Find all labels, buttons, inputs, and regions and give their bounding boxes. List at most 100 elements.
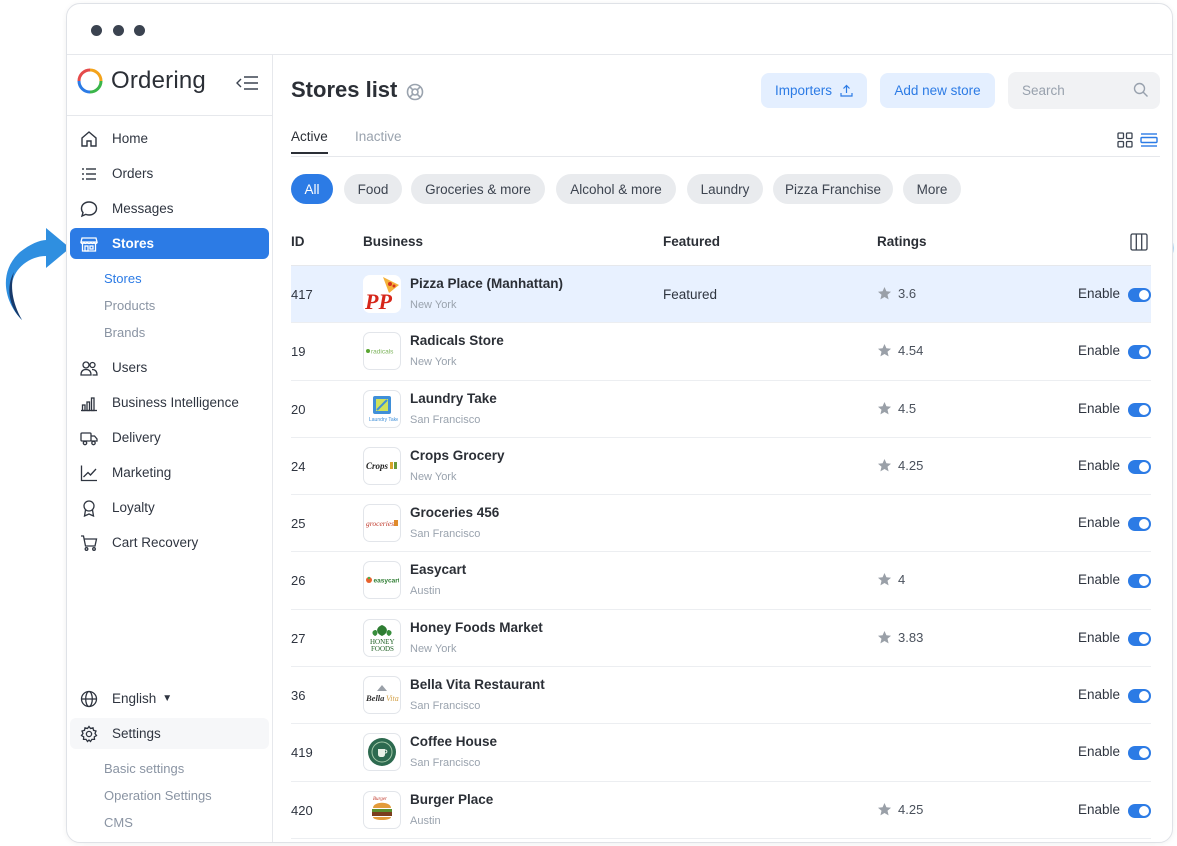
filter-chip-laundry[interactable]: Laundry [687, 174, 763, 204]
groceries-logo: groceries [363, 504, 401, 543]
enable-toggle[interactable] [1128, 803, 1151, 818]
sidebar-subitem-operation-settings[interactable]: Operation Settings [104, 788, 212, 803]
table-row[interactable]: 419 Coffee House San Francisco Enable [291, 724, 1151, 782]
business-name: Honey Foods Market [410, 619, 543, 635]
rating: 4.25 [877, 458, 923, 473]
store-icon [79, 234, 99, 254]
collapse-menu-icon [236, 76, 258, 90]
enable-toggle[interactable] [1128, 746, 1151, 761]
rating: 4.5 [877, 401, 916, 416]
table-row[interactable]: 19 radicals Radicals Store New York 4.54… [291, 323, 1151, 381]
sidebar-item-users[interactable]: Users [70, 352, 269, 383]
sidebar-item-label: Stores [112, 236, 155, 251]
table-row[interactable]: 25 groceries Groceries 456 San Francisco… [291, 495, 1151, 553]
column-header-id: ID [291, 234, 305, 249]
business-city: New York [410, 642, 457, 655]
enable-toggle[interactable] [1128, 631, 1151, 646]
svg-text:Laundry Take: Laundry Take [369, 417, 398, 423]
sidebar-item-label: Cart Recovery [112, 535, 199, 550]
enable-toggle[interactable] [1128, 517, 1151, 532]
importers-button[interactable]: Importers [761, 73, 867, 108]
status-label: Enable [1078, 286, 1121, 301]
store-id: 36 [291, 688, 306, 704]
sidebar-subitem-basic-settings[interactable]: Basic settings [104, 761, 184, 776]
status-tabs: Active Inactive [291, 127, 1160, 157]
filter-chip-alcohol[interactable]: Alcohol & more [556, 174, 676, 204]
enable-toggle[interactable] [1128, 345, 1151, 360]
filter-chip-food[interactable]: Food [344, 174, 402, 204]
business-name: Coffee House [410, 734, 498, 750]
status-label: Enable [1078, 343, 1121, 359]
sidebar-item-delivery[interactable]: Delivery [70, 422, 269, 453]
sidebar-item-label: Users [112, 360, 148, 375]
sidebar-item-messages[interactable]: Messages [70, 193, 269, 224]
lifebuoy-icon[interactable] [406, 83, 424, 101]
status-label: Enable [1078, 687, 1121, 703]
enable-toggle[interactable] [1128, 574, 1151, 589]
sidebar-subitem-brands[interactable]: Brands [104, 325, 145, 340]
sidebar-item-cart-recovery[interactable]: Cart Recovery [70, 527, 269, 558]
page-title: Stores list [291, 77, 398, 102]
list-view-icon[interactable] [1140, 131, 1158, 149]
filter-chip-groceries[interactable]: Groceries & more [411, 174, 545, 204]
grid-view-icon[interactable] [1116, 131, 1134, 149]
radicals-logo: radicals [363, 332, 401, 371]
business-city: Austin [410, 814, 441, 827]
language-selector[interactable]: English ▼ [70, 683, 269, 714]
enable-toggle[interactable] [1128, 459, 1151, 474]
sidebar-subitem-cms[interactable]: CMS [104, 815, 133, 830]
table-row[interactable]: 26 easycart Easycart Austin 4 Enable [291, 552, 1151, 610]
enable-toggle[interactable] [1128, 402, 1151, 417]
table-row[interactable]: 27 HONEY FOODS Honey Foods Market New Yor… [291, 610, 1151, 668]
bar-chart-icon [79, 393, 99, 413]
store-id: 19 [291, 344, 306, 360]
enable-toggle[interactable] [1128, 689, 1151, 704]
star-icon [878, 287, 891, 300]
search-placeholder: Search [1022, 83, 1065, 98]
store-id: 20 [291, 401, 306, 417]
sidebar-item-orders[interactable]: Orders [70, 158, 269, 189]
sidebar-item-business-intelligence[interactable]: Business Intelligence [70, 387, 269, 418]
table-row[interactable]: 417 PP Pizza Place (Manhattan) New York … [291, 266, 1151, 324]
sidebar-subitem-stores[interactable]: Stores [104, 271, 142, 286]
sidebar-item-home[interactable]: Home [70, 123, 269, 154]
table-row[interactable]: 24 Crops Crops Grocery New York 4.25 Ena… [291, 438, 1151, 496]
table-row[interactable]: 420 Burger Burger Place Austin 4.25 Enab… [291, 782, 1151, 839]
business-name: Radicals Store [410, 333, 504, 349]
laundry-logo: Laundry Take [363, 389, 401, 428]
search-input[interactable]: Search [1008, 72, 1160, 109]
sidebar-item-stores[interactable]: Stores [70, 228, 269, 259]
sidebar-item-label: Business Intelligence [112, 395, 239, 410]
enable-toggle[interactable] [1128, 288, 1151, 302]
store-id: 420 [291, 802, 313, 818]
sidebar-subitem-products[interactable]: Products [104, 298, 155, 313]
add-new-store-label: Add new store [894, 83, 981, 98]
store-id: 419 [291, 745, 313, 761]
collapse-sidebar-button[interactable] [235, 73, 261, 93]
tab-active[interactable]: Active [291, 129, 328, 154]
tab-inactive[interactable]: Inactive [355, 129, 402, 152]
list-icon [79, 164, 99, 184]
business-name: Crops Grocery [410, 447, 505, 463]
add-new-store-button[interactable]: Add new store [880, 73, 995, 108]
business-city: New York [410, 356, 457, 369]
sidebar-item-loyalty[interactable]: Loyalty [70, 492, 269, 523]
sidebar-item-marketing[interactable]: Marketing [70, 457, 269, 488]
filter-chip-pizza-franchise[interactable]: Pizza Franchise [773, 174, 893, 204]
business-name: Laundry Take [410, 390, 497, 406]
table-row[interactable]: 36 Bella Vita Bella Vita Restaurant San F… [291, 667, 1151, 725]
chat-icon [79, 199, 99, 219]
rating: 3.83 [877, 630, 923, 645]
business-city: San Francisco [410, 757, 481, 770]
filter-chip-more[interactable]: More [903, 174, 961, 204]
table-row[interactable]: 20 Laundry Take Laundry Take San Francis… [291, 381, 1151, 438]
columns-settings-icon[interactable] [1129, 232, 1149, 252]
importers-label: Importers [774, 83, 832, 98]
status-label: Enable [1078, 515, 1121, 531]
filter-chip-all[interactable]: All [291, 174, 333, 204]
brand-logo[interactable]: Ordering [77, 66, 206, 96]
sidebar-item-settings[interactable]: Settings [70, 718, 269, 749]
business-city: New York [410, 470, 457, 483]
business-city: New York [410, 299, 457, 311]
sidebar-item-label: Messages [112, 201, 174, 216]
